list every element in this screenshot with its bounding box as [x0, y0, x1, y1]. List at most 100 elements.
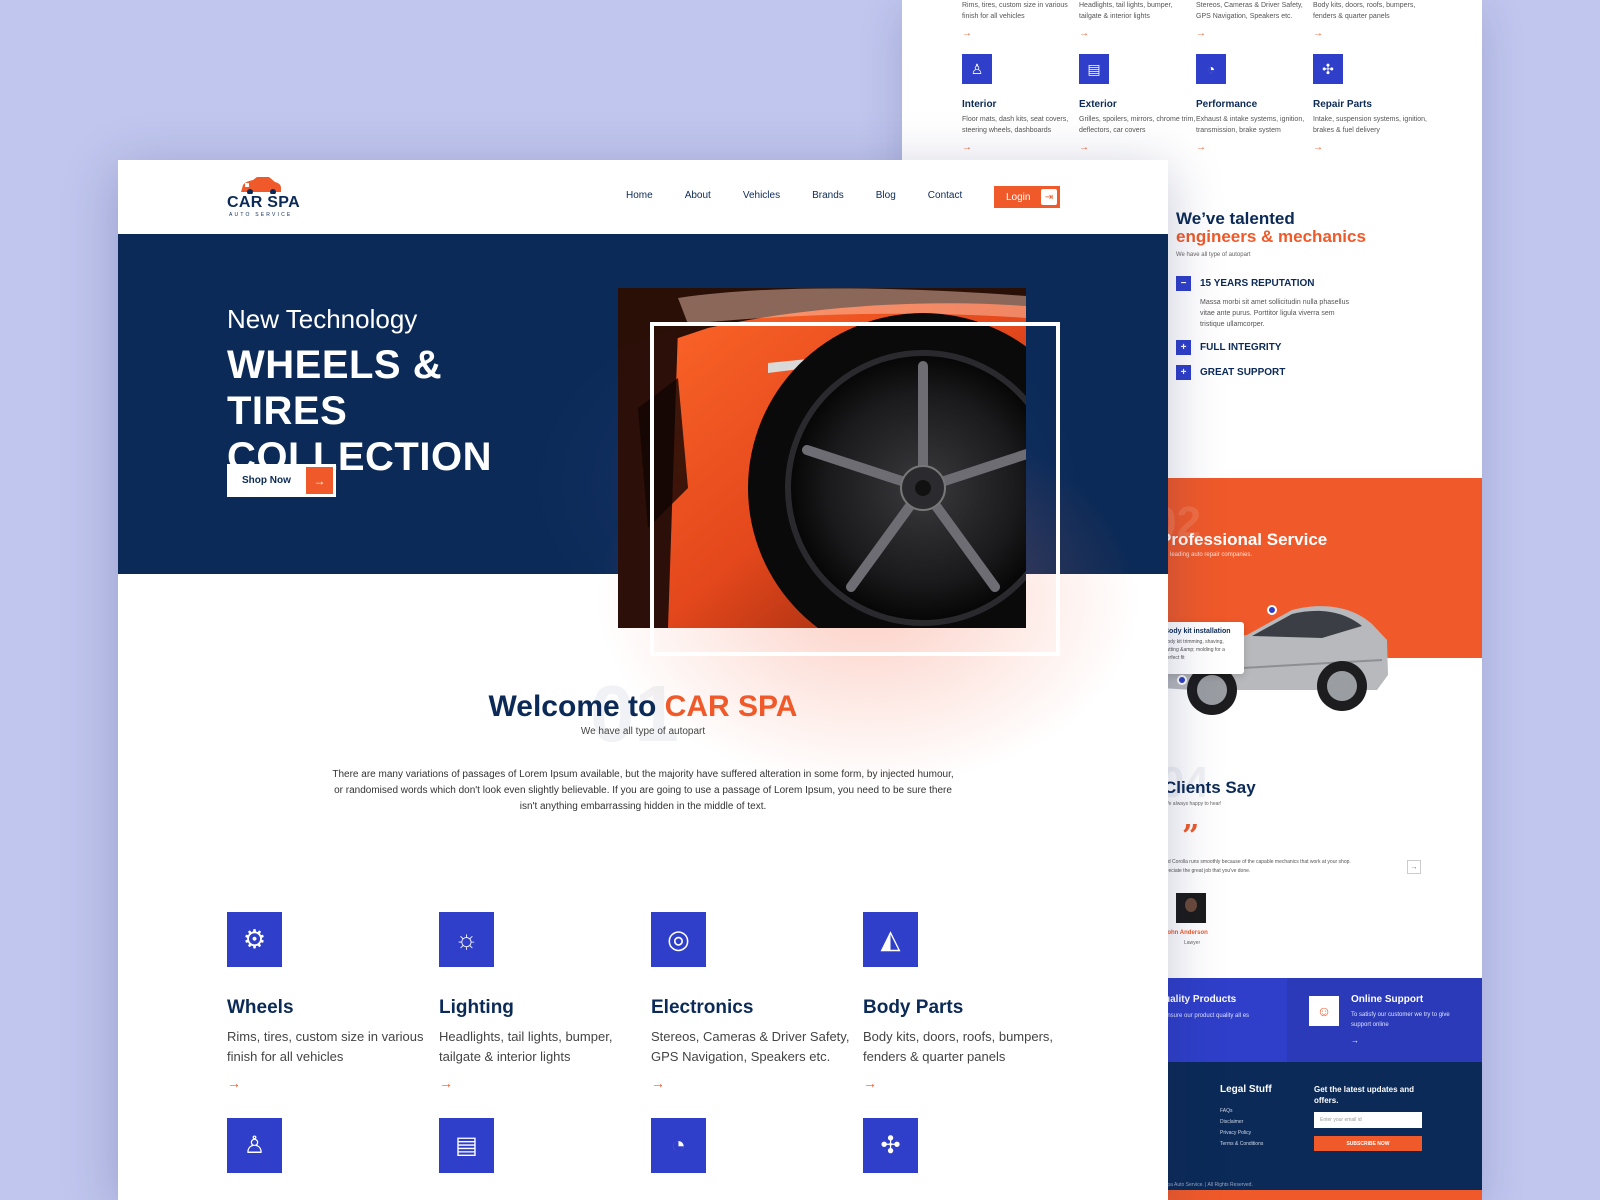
light-bulb-icon: ☼	[439, 912, 494, 967]
newsletter-title: Get the latest updates and offers.	[1314, 1085, 1415, 1105]
category-card-repair-parts[interactable]: ✣ Repair Parts Intake, suspension system…	[1313, 54, 1430, 154]
tooltip-title: Body kit installation	[1164, 628, 1231, 635]
footer-link[interactable]: Terms & Conditions	[1220, 1139, 1263, 1150]
login-button[interactable]: Login ⇥	[994, 186, 1060, 208]
nav-link-contact[interactable]: Contact	[928, 190, 962, 201]
welcome-subtitle: We have all type of autopart	[580, 726, 706, 737]
nav-link-about[interactable]: About	[685, 190, 711, 201]
brand-logo[interactable]: CAR SPA AUTO SERVICE	[227, 174, 300, 220]
category-card-performance[interactable]: ◔ Performance Exhaust & intake systems, …	[1196, 54, 1313, 154]
nav-link-vehicles[interactable]: Vehicles	[743, 190, 780, 201]
accordion-item-reputation[interactable]: − 15 YEARS REPUTATION	[1176, 276, 1476, 291]
car-door-icon[interactable]: ▤	[439, 1118, 494, 1173]
arrow-right-icon: →	[306, 467, 333, 494]
support-agent-icon: ☺	[1309, 996, 1339, 1026]
top-navbar: CAR SPA AUTO SERVICE Home About Vehicles…	[118, 160, 1168, 234]
arrow-right-icon[interactable]: →	[1079, 142, 1196, 154]
testimonial-role: Lawyer	[1184, 940, 1201, 946]
category-desc: Headlights, tail lights, bumper, tailgat…	[439, 1029, 613, 1064]
sign-in-icon: ⇥	[1041, 189, 1057, 205]
tooltip-text: Body kit trimming, shaving, cutting &amp…	[1164, 639, 1225, 661]
category-title: Body Parts	[863, 997, 964, 1018]
hero-kicker: New Technology	[227, 304, 418, 334]
arrow-right-icon[interactable]: →	[1313, 28, 1430, 40]
talent-section: We’ve talented engineers & mechanics We …	[1176, 210, 1476, 390]
arrow-right-icon[interactable]: →	[651, 1076, 851, 1090]
category-card-wheels[interactable]: ⚙ Wheels Rims, tires, custom size in var…	[227, 912, 427, 1090]
car-logo-icon	[241, 177, 281, 194]
subscribe-button[interactable]: SUBSCRIBE NOW	[1314, 1136, 1422, 1151]
accordion-item-integrity[interactable]: + FULL INTEGRITY	[1176, 340, 1476, 355]
car-door-icon: ▤	[1079, 54, 1109, 84]
welcome-title-text: Welcome to	[488, 690, 665, 723]
arrow-right-icon[interactable]: →	[439, 1076, 639, 1090]
accordion-content: Massa morbi sit amet sollicitudin nulla …	[1200, 299, 1350, 328]
shop-now-label: Shop Now	[242, 475, 291, 486]
shop-now-button[interactable]: Shop Now →	[227, 464, 336, 497]
minus-icon[interactable]: −	[1176, 276, 1191, 291]
gauge-icon[interactable]: ◔	[651, 1118, 706, 1173]
next-testimonial-button[interactable]: →	[1407, 860, 1421, 874]
feature-online-support: ☺ Online Support To satisfy our customer…	[1287, 978, 1482, 1062]
electronics-icon: ◎	[651, 912, 706, 967]
accordion-label: FULL INTEGRITY	[1200, 342, 1282, 353]
feature-title: Online Support	[1351, 994, 1424, 1005]
arrow-right-icon[interactable]: →	[1196, 28, 1313, 40]
category-desc: Body kits, doors, roofs, bumpers, fender…	[1313, 2, 1416, 20]
arrow-right-icon[interactable]: →	[863, 1076, 1063, 1090]
nav-link-home[interactable]: Home	[626, 190, 653, 201]
engine-icon[interactable]: ✣	[863, 1118, 918, 1173]
avatar	[1176, 893, 1206, 923]
feature-desc: To satisfy our customer we try to give s…	[1351, 1012, 1450, 1028]
accordion-label: GREAT SUPPORT	[1200, 367, 1286, 378]
testimonial-text: old Corolla runs smoothly because of the…	[1164, 859, 1351, 874]
accordion-item-support[interactable]: + GREAT SUPPORT	[1176, 365, 1476, 380]
arrow-right-icon[interactable]: →	[1196, 142, 1313, 154]
quote-icon: ”	[1182, 819, 1200, 854]
nav-link-blog[interactable]: Blog	[876, 190, 896, 201]
category-card-lighting-small[interactable]: Headlights, tail lights, bumper, tailgat…	[1079, 0, 1196, 40]
category-card-lighting[interactable]: ☼ Lighting Headlights, tail lights, bump…	[439, 912, 639, 1090]
category-card-exterior[interactable]: ▤ Exterior Grilles, spoilers, mirrors, c…	[1079, 54, 1196, 154]
category-card-body-parts-small[interactable]: Body kits, doors, roofs, bumpers, fender…	[1313, 0, 1430, 40]
footer-legal-links: FAQs Disclaimer Privacy Policy Terms & C…	[1220, 1106, 1263, 1150]
newsletter-email-input[interactable]: Enter your email id	[1314, 1112, 1422, 1128]
footer-link[interactable]: Disclaimer	[1220, 1117, 1263, 1128]
category-card-body-parts[interactable]: ◭ Body Parts Body kits, doors, roofs, bu…	[863, 912, 1063, 1090]
arrow-right-icon[interactable]: →	[962, 142, 1079, 154]
photo-frame	[650, 322, 1060, 656]
arrow-right-icon[interactable]: →	[1079, 28, 1196, 40]
feature-quality: uality Products ensure our product quali…	[1164, 994, 1284, 1021]
talent-heading: We’ve talented	[1176, 209, 1295, 228]
category-card-electronics[interactable]: ◎ Electronics Stereos, Cameras & Driver …	[651, 912, 851, 1090]
category-card-wheels-small[interactable]: Rims, tires, custom size in various fini…	[962, 0, 1079, 40]
category-desc: Rims, tires, custom size in various fini…	[227, 1029, 424, 1064]
service-title: Professional Service	[1160, 530, 1328, 549]
category-card-interior[interactable]: ♙ Interior Floor mats, dash kits, seat c…	[962, 54, 1079, 154]
category-title: Lighting	[439, 997, 514, 1018]
category-card-electronics-small[interactable]: Stereos, Cameras & Driver Safety, GPS Na…	[1196, 0, 1313, 40]
category-desc: Stereos, Cameras & Driver Safety, GPS Na…	[651, 1029, 850, 1064]
arrow-right-icon[interactable]: →	[227, 1076, 427, 1090]
category-title: Repair Parts	[1313, 99, 1372, 110]
talent-subtitle: We have all type of autopart	[1176, 252, 1251, 258]
welcome-paragraph: There are many variations of passages of…	[332, 769, 954, 812]
bottle-icon: ♙	[962, 54, 992, 84]
footer-link[interactable]: FAQs	[1220, 1106, 1263, 1117]
testimonial-author: John Anderson	[1164, 930, 1208, 936]
bottle-icon[interactable]: ♙	[227, 1118, 282, 1173]
arrow-right-icon[interactable]: →	[1313, 142, 1430, 154]
footer-link[interactable]: Privacy Policy	[1220, 1128, 1263, 1139]
plus-icon[interactable]: +	[1176, 340, 1191, 355]
category-title: Electronics	[651, 997, 754, 1018]
nav-link-brands[interactable]: Brands	[812, 190, 844, 201]
plus-icon[interactable]: +	[1176, 365, 1191, 380]
footer-legal-title: Legal Stuff	[1220, 1084, 1272, 1095]
arrow-right-icon[interactable]: →	[962, 28, 1079, 40]
arrow-right-icon[interactable]: →	[1351, 1036, 1359, 1045]
talent-heading-accent: engineers & mechanics	[1176, 227, 1366, 246]
gauge-icon: ◔	[1196, 54, 1226, 84]
testimonials-header: 04 Clients Say We always happy to hear!	[1160, 758, 1256, 807]
brand-tagline: AUTO SERVICE	[229, 212, 293, 218]
brand-name: CAR SPA	[227, 194, 300, 211]
